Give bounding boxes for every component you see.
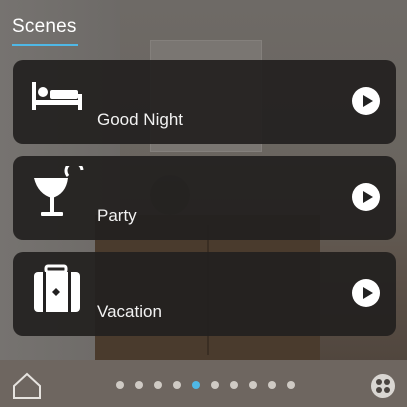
home-icon[interactable] [12, 372, 42, 400]
apps-grid-icon[interactable] [371, 374, 395, 398]
scene-label: Vacation [97, 302, 162, 321]
scene-label: Good Night [97, 110, 183, 129]
page-dot[interactable] [211, 381, 219, 389]
page-dot[interactable] [154, 381, 162, 389]
page-dot[interactable] [135, 381, 143, 389]
play-icon[interactable] [352, 183, 380, 211]
scene-card-party[interactable]: Party [13, 156, 396, 240]
page-dot[interactable] [249, 381, 257, 389]
page-dot[interactable] [192, 381, 200, 389]
page-dot[interactable] [230, 381, 238, 389]
scene-card-vacation[interactable]: Vacation [13, 252, 396, 336]
page-dot[interactable] [268, 381, 276, 389]
title-underline [12, 44, 78, 46]
scene-label: Party [97, 206, 137, 225]
page-dot[interactable] [173, 381, 181, 389]
play-icon[interactable] [352, 279, 380, 307]
bed-icon [32, 82, 82, 110]
page-dot[interactable] [287, 381, 295, 389]
play-icon[interactable] [352, 87, 380, 115]
suitcase-icon [34, 264, 80, 312]
scene-card-good-night[interactable]: Good Night [13, 60, 396, 144]
page-title: Scenes [12, 16, 77, 37]
page-dot[interactable] [116, 381, 124, 389]
cocktail-icon [34, 166, 84, 216]
page-indicator [116, 381, 295, 391]
